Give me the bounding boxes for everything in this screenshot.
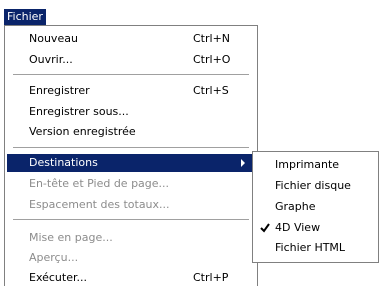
menu-item-shortcut: Ctrl+S: [193, 84, 229, 97]
menu-item-shortcut: Ctrl+P: [193, 271, 229, 284]
menu-item-label: Nouveau: [29, 32, 78, 45]
menu-item-label: Aperçu...: [29, 251, 79, 264]
menu-item-destinations[interactable]: Destinations: [7, 154, 255, 172]
submenu-item-4d-view[interactable]: 4D View: [255, 219, 376, 237]
menu-separator: [13, 147, 249, 148]
menu-item-espacement-des-totaux: Espacement des totaux...: [7, 196, 255, 214]
menu-title-fichier[interactable]: Fichier: [4, 9, 46, 25]
menu-item-nouveau[interactable]: Nouveau Ctrl+N: [7, 30, 255, 48]
file-menu: Nouveau Ctrl+N Ouvrir... Ctrl+O Enregist…: [4, 25, 258, 286]
menu-separator: [13, 74, 249, 75]
menu-item-shortcut: Ctrl+O: [193, 53, 231, 66]
submenu-arrow-icon: [241, 159, 245, 167]
submenu-item-label: Fichier disque: [275, 179, 351, 192]
menu-item-label: Ouvrir...: [29, 53, 73, 66]
checkmark-icon: [260, 223, 270, 233]
menu-item-apercu: Aperçu...: [7, 249, 255, 267]
menu-item-label: Mise en page...: [29, 231, 113, 244]
menu-item-enregistrer[interactable]: Enregistrer Ctrl+S: [7, 82, 255, 100]
menu-item-ouvrir[interactable]: Ouvrir... Ctrl+O: [7, 51, 255, 69]
menu-item-version-enregistree[interactable]: Version enregistrée: [7, 123, 255, 141]
menu-item-mise-en-page: Mise en page...: [7, 229, 255, 247]
submenu-item-fichier-disque[interactable]: Fichier disque: [255, 177, 376, 195]
menu-item-enregistrer-sous[interactable]: Enregistrer sous...: [7, 103, 255, 121]
menu-separator: [13, 219, 249, 220]
submenu-item-label: Fichier HTML: [275, 241, 346, 254]
submenu-item-imprimante[interactable]: Imprimante: [255, 156, 376, 174]
menu-item-label: En-tête et Pied de page...: [29, 177, 170, 190]
menu-item-label: Espacement des totaux...: [29, 198, 170, 211]
submenu-item-label: Graphe: [275, 200, 316, 213]
submenu-item-fichier-html[interactable]: Fichier HTML: [255, 239, 376, 257]
menu-item-label: Exécuter...: [29, 271, 87, 284]
menu-item-shortcut: Ctrl+N: [193, 32, 231, 45]
submenu-item-label: 4D View: [275, 221, 321, 234]
menu-item-label: Enregistrer sous...: [29, 105, 129, 118]
submenu-item-graphe[interactable]: Graphe: [255, 198, 376, 216]
menu-item-label: Version enregistrée: [29, 125, 136, 138]
destinations-submenu: Imprimante Fichier disque Graphe 4D View…: [252, 151, 379, 263]
menu-item-label: Enregistrer: [29, 84, 90, 97]
menu-item-executer[interactable]: Exécuter... Ctrl+P: [7, 269, 255, 287]
submenu-item-label: Imprimante: [275, 158, 340, 171]
menu-item-label: Destinations: [29, 156, 98, 169]
menu-item-en-tete-pied-de-page: En-tête et Pied de page...: [7, 175, 255, 193]
